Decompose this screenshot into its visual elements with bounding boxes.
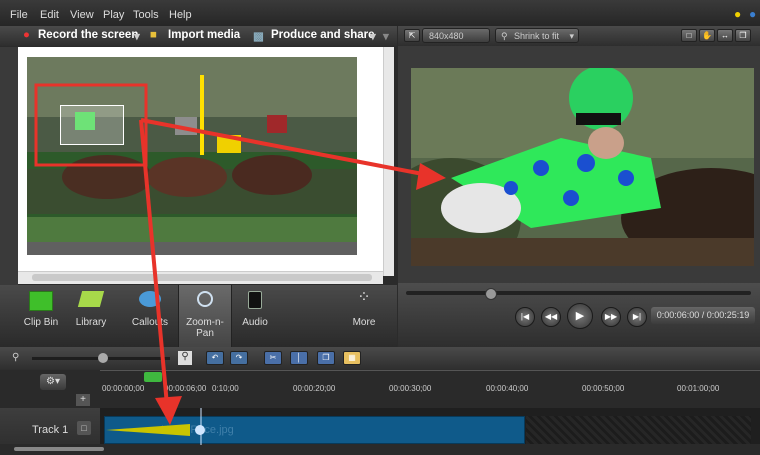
playhead-marker[interactable] bbox=[144, 372, 162, 382]
ruler-label: 00:00:00;00 bbox=[102, 384, 145, 393]
seek-thumb[interactable] bbox=[485, 288, 497, 300]
import-folder-icon: ■ bbox=[150, 29, 157, 41]
help-globe-icon[interactable]: ● bbox=[749, 7, 756, 21]
menu-help[interactable]: Help bbox=[169, 9, 192, 21]
callouts-icon bbox=[139, 291, 161, 307]
produce-share-button[interactable]: Produce and share bbox=[271, 29, 375, 41]
menu-tools[interactable]: Tools bbox=[133, 9, 159, 21]
preview-canvas bbox=[411, 68, 754, 266]
magnifier-icon: ⚲ bbox=[501, 31, 508, 41]
timeline-ruler[interactable]: ⚙▾ + 00:00:00;00 00:00:06;00 0:10;00 00:… bbox=[0, 370, 760, 408]
timeline-empty-area bbox=[526, 416, 751, 444]
add-track-icon[interactable]: + bbox=[76, 394, 90, 406]
track-label: Track 1 bbox=[32, 424, 69, 436]
crop-icon[interactable]: □ bbox=[681, 29, 697, 42]
track-lock-icon[interactable]: □ bbox=[77, 421, 91, 435]
paste-icon[interactable]: ▦ bbox=[343, 351, 361, 365]
zoom-pan-thumbnail[interactable] bbox=[27, 57, 357, 255]
record-dropdown-icon[interactable]: ▾ bbox=[134, 29, 140, 43]
fullscreen-icon[interactable]: ↔ bbox=[717, 29, 733, 42]
preview-toolbar: ⇱ 840x480 ⚲ Shrink to fit ▾ □ ✋ ↔ ❐ bbox=[398, 26, 760, 46]
tab-library[interactable]: Library bbox=[68, 285, 114, 347]
task-tabs: Clip Bin Library Callouts Zoom-n- Pan Au… bbox=[0, 285, 397, 347]
record-icon: ● bbox=[23, 29, 30, 41]
timecode-display: 0:00:06:00 / 0:00:25:19 bbox=[651, 307, 755, 324]
more-dropdown-icon[interactable]: ▾ bbox=[383, 29, 389, 43]
cut-icon[interactable]: ✂ bbox=[264, 351, 282, 365]
rewind-button[interactable]: ◀◀ bbox=[541, 307, 561, 327]
zoom-dropdown-icon: ▾ bbox=[569, 31, 574, 41]
split-icon[interactable]: │ bbox=[290, 351, 308, 365]
previous-clip-button[interactable]: |◀ bbox=[515, 307, 535, 327]
tip-bulb-icon[interactable]: ● bbox=[734, 7, 741, 21]
menu-edit[interactable]: Edit bbox=[40, 9, 59, 21]
play-button[interactable]: ▶ bbox=[567, 303, 593, 329]
left-panel-edge bbox=[0, 47, 18, 287]
main-toolbar: ● Record the screen ▾ ■ Import media ▩ P… bbox=[0, 26, 397, 46]
ruler-label: 00:00:30;00 bbox=[389, 384, 432, 393]
next-clip-button[interactable]: ▶| bbox=[627, 307, 647, 327]
tab-zoom-n-pan[interactable]: Zoom-n- Pan bbox=[178, 285, 232, 347]
ruler-label: 00:00:20;00 bbox=[293, 384, 336, 393]
menu-play[interactable]: Play bbox=[103, 9, 124, 21]
timeline-toolbar: ⚲ ⚲ ↶ ↷ ✂ │ ❐ ▦ bbox=[0, 347, 760, 370]
menu-file[interactable]: File bbox=[10, 9, 28, 21]
zoom-in-icon[interactable]: ⚲ bbox=[178, 351, 192, 365]
ruler-label: 00:00:50;00 bbox=[582, 384, 625, 393]
import-media-button[interactable]: Import media bbox=[168, 29, 240, 41]
pan-hand-icon[interactable]: ✋ bbox=[699, 29, 715, 42]
scrollbar-thumb[interactable] bbox=[32, 274, 372, 281]
library-icon bbox=[77, 291, 105, 307]
timeline-scroll-thumb[interactable] bbox=[14, 447, 104, 451]
copy-icon[interactable]: ❐ bbox=[317, 351, 335, 365]
detach-preview-icon[interactable]: ❐ bbox=[735, 29, 751, 42]
race-thumbnail-image bbox=[27, 57, 357, 255]
zoom-label: Shrink to fit bbox=[514, 31, 560, 41]
zoom-dropdown[interactable]: ⚲ Shrink to fit ▾ bbox=[495, 28, 579, 43]
tab-more[interactable]: ⁘ More bbox=[340, 285, 388, 347]
zoom-magnifier-icon bbox=[197, 291, 213, 307]
playback-controls: |◀ ◀◀ ▶ ▶▶ ▶| 0:00:06:00 / 0:00:25:19 bbox=[398, 283, 760, 347]
tab-callouts[interactable]: Callouts bbox=[124, 285, 176, 347]
produce-dropdown-icon[interactable]: ▾ bbox=[370, 29, 376, 43]
timeline-hscrollbar[interactable] bbox=[0, 444, 760, 455]
ruler-label: 00:01:00;00 bbox=[677, 384, 720, 393]
redo-icon[interactable]: ↷ bbox=[230, 351, 248, 365]
more-dots-icon: ⁘ bbox=[357, 289, 371, 306]
track-settings-gear-icon[interactable]: ⚙▾ bbox=[40, 374, 66, 390]
tab-audio[interactable]: Audio bbox=[232, 285, 278, 347]
record-screen-button[interactable]: Record the screen bbox=[38, 29, 138, 41]
ruler-label: 0:10;00 bbox=[212, 384, 239, 393]
tab-clip-bin[interactable]: Clip Bin bbox=[14, 285, 68, 347]
timeline-clip[interactable]: HorseRace.jpg bbox=[104, 416, 525, 444]
produce-icon: ▩ bbox=[253, 31, 264, 43]
clip-bin-icon bbox=[29, 291, 53, 311]
menu-view[interactable]: View bbox=[70, 9, 94, 21]
clip-name: HorseRace.jpg bbox=[161, 424, 234, 436]
zoomed-preview-image bbox=[411, 68, 754, 266]
ruler-label: 00:00:06;00 bbox=[164, 384, 207, 393]
fast-forward-button[interactable]: ▶▶ bbox=[601, 307, 621, 327]
seek-track[interactable] bbox=[406, 291, 751, 295]
horizontal-scrollbar[interactable] bbox=[18, 271, 383, 284]
vertical-scrollbar[interactable] bbox=[383, 47, 394, 276]
zoom-out-icon[interactable]: ⚲ bbox=[12, 352, 19, 363]
ruler-label: 00:00:40;00 bbox=[486, 384, 529, 393]
menu-bar: File Edit View Play Tools Help ● ● bbox=[0, 0, 760, 26]
timeline-zoom-thumb[interactable] bbox=[98, 353, 108, 363]
undo-icon[interactable]: ↶ bbox=[206, 351, 224, 365]
canvas-options-icon[interactable]: ⇱ bbox=[404, 29, 420, 42]
zoom-rectangle[interactable] bbox=[60, 105, 124, 145]
dimensions-dropdown[interactable]: 840x480 bbox=[422, 28, 490, 43]
speaker-icon bbox=[248, 291, 262, 309]
track-header: Track 1 □ bbox=[0, 408, 100, 448]
